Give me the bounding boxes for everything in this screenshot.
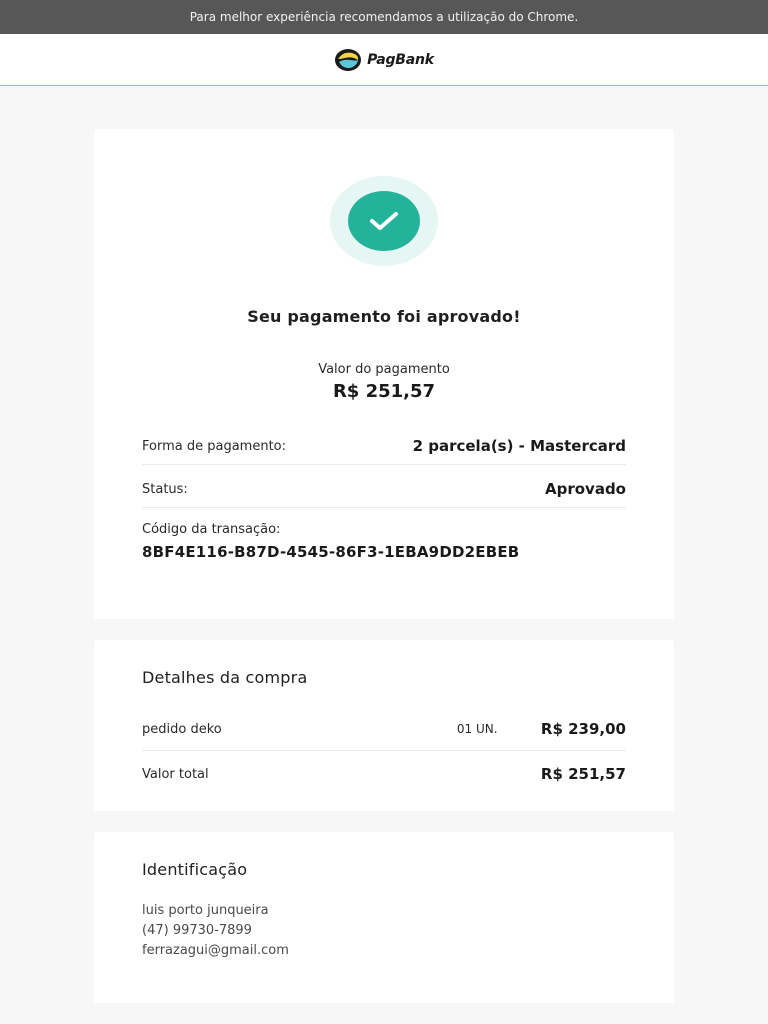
- total-label: Valor total: [142, 766, 209, 782]
- total-value: R$ 251,57: [540, 765, 626, 783]
- identification-title: Identificação: [142, 860, 248, 879]
- payment-amount-label: Valor do pagamento: [318, 362, 450, 377]
- pagbank-logo-icon: [335, 48, 362, 71]
- transaction-code-value[interactable]: 8BF4E116-B87D-4545-86F3-1EBA9DD2EBEB: [142, 543, 519, 561]
- divider: [142, 507, 626, 508]
- payment-amount-value: R$ 251,57: [332, 381, 436, 402]
- total-row: Valor total R$ 251,57: [142, 763, 626, 785]
- payment-status-card: Seu pagamento foi aprovado! Valor do pag…: [94, 129, 674, 619]
- item-quantity: 01 UN.: [456, 722, 498, 736]
- payment-approved-title: Seu pagamento foi aprovado!: [247, 307, 521, 326]
- status-label: Status:: [142, 481, 188, 497]
- logo-text: PagBank: [367, 51, 434, 68]
- check-icon: [370, 212, 398, 230]
- divider: [142, 464, 626, 465]
- transaction-code-label: Código da transação:: [142, 522, 281, 537]
- customer-phone: (47) 99730-7899: [142, 923, 252, 938]
- success-circle: [348, 191, 420, 251]
- status-value: Aprovado: [545, 480, 626, 498]
- payment-method-row: Forma de pagamento: 2 parcela(s) - Maste…: [142, 434, 626, 458]
- pagbank-logo: PagBank: [334, 48, 434, 72]
- customer-email: ferrazagui@gmail.com: [142, 943, 289, 958]
- page-header: PagBank: [0, 34, 768, 86]
- purchase-details-title: Detalhes da compra: [142, 668, 308, 687]
- item-name: pedido deko: [142, 721, 222, 737]
- purchase-details-card: Detalhes da compra pedido deko 01 UN. R$…: [94, 640, 674, 811]
- browser-recommendation-banner: Para melhor experiência recomendamos a u…: [0, 0, 768, 34]
- divider: [142, 750, 626, 751]
- payment-method-value: 2 parcela(s) - Mastercard: [412, 437, 626, 455]
- item-price: R$ 239,00: [540, 720, 626, 738]
- list-item: pedido deko 01 UN. R$ 239,00: [142, 718, 626, 740]
- banner-text: Para melhor experiência recomendamos a u…: [189, 10, 579, 24]
- payment-method-label: Forma de pagamento:: [142, 438, 286, 454]
- identification-card: Identificação luis porto junqueira (47) …: [94, 832, 674, 1003]
- success-badge: [330, 176, 438, 266]
- status-row: Status: Aprovado: [142, 477, 626, 501]
- customer-name: luis porto junqueira: [142, 903, 269, 918]
